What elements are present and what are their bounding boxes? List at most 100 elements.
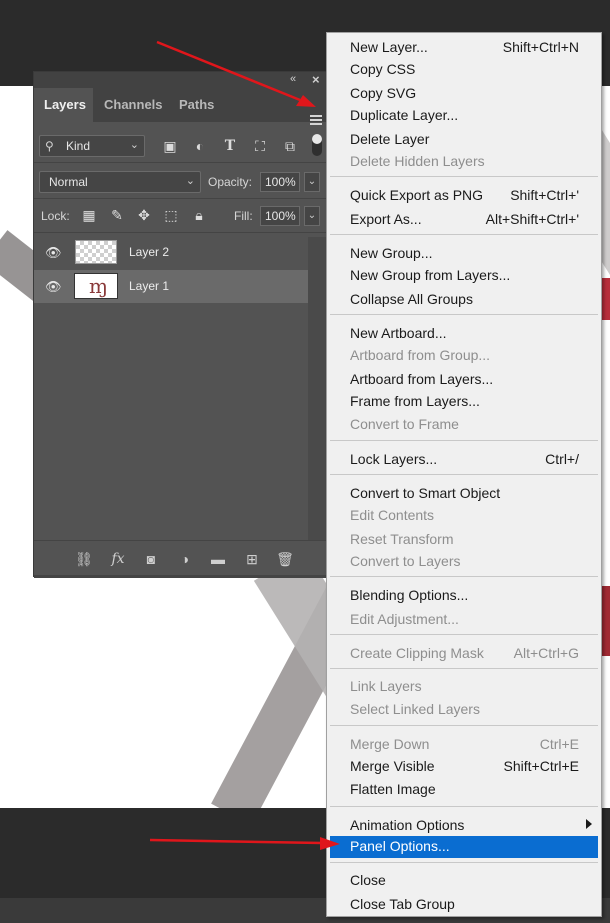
layer-row-layer-1[interactable]: 👁︎ Layer 1 xyxy=(34,270,308,303)
search-icon: ⚲ xyxy=(45,139,54,153)
submenu-arrow-icon xyxy=(586,819,592,829)
blend-mode-select[interactable]: Normal ⌄ xyxy=(39,171,201,193)
menu-item-panel-options[interactable]: Panel Options... xyxy=(330,836,598,858)
add-mask-icon[interactable]: ◙ xyxy=(141,550,161,568)
new-layer-icon[interactable]: ⊞ xyxy=(242,550,262,568)
menu-item-link-layers: Link Layers xyxy=(350,678,422,694)
panel-title-bar[interactable]: « × xyxy=(34,72,326,88)
menu-item-copy-css[interactable]: Copy CSS xyxy=(327,59,601,81)
visibility-eye-icon[interactable]: 👁︎ xyxy=(45,279,62,294)
menu-item-frame-from-layers[interactable]: Frame from Layers... xyxy=(327,391,601,413)
menu-item-edit-adjustment: Edit Adjustment... xyxy=(350,611,459,627)
menu-item-artboard-from-layers[interactable]: Artboard from Layers... xyxy=(327,369,601,391)
panel-resize-grip[interactable] xyxy=(34,575,326,578)
link-layers-icon[interactable]: ⛓︎ xyxy=(74,550,94,568)
blend-mode-value: Normal xyxy=(49,175,88,189)
tab-paths[interactable]: Paths xyxy=(169,88,224,122)
smart-object-filter-icon[interactable]: ⧉ xyxy=(280,136,300,156)
menu-item-artboard-from-group: Artboard from Group... xyxy=(350,347,491,363)
menu-separator xyxy=(330,862,598,863)
layer-style-fx-icon[interactable]: fx xyxy=(108,550,128,568)
menu-item-edit-contents: Edit Contents xyxy=(350,507,435,523)
menu-item-merge-visible[interactable]: Merge Visible Shift+Ctrl+E xyxy=(327,756,601,778)
image-filter-icon[interactable]: ▣ xyxy=(160,136,180,156)
menu-item-convert-to-layers: Convert to Layers xyxy=(350,553,461,569)
fill-dropdown-button[interactable]: ⌄ xyxy=(304,206,320,226)
panel-menu-icon[interactable] xyxy=(310,115,322,125)
menu-item-new-artboard[interactable]: New Artboard... xyxy=(327,323,601,345)
opacity-dropdown-button[interactable]: ⌄ xyxy=(304,172,320,192)
lock-label: Lock: xyxy=(41,209,70,223)
menu-item-blending-options[interactable]: Blending Options... xyxy=(327,585,601,607)
shape-filter-icon[interactable]: ⛶ xyxy=(250,136,270,156)
menu-item-delete-layer[interactable]: Delete Layer xyxy=(327,129,601,151)
layer-name: Layer 2 xyxy=(129,245,170,259)
filter-kind-label: Kind xyxy=(66,139,91,153)
chevron-down-icon: ⌄ xyxy=(185,175,195,187)
close-panel-icon[interactable]: × xyxy=(312,72,320,87)
menu-separator xyxy=(330,474,598,475)
divider xyxy=(34,162,328,163)
menu-item-export-as[interactable]: Export As... Alt+Shift+Ctrl+' xyxy=(327,209,601,231)
tab-channels[interactable]: Channels xyxy=(94,88,173,122)
menu-separator xyxy=(330,440,598,441)
fill-label: Fill: xyxy=(234,209,253,223)
chevron-down-icon: ⌄ xyxy=(129,139,139,151)
opacity-input[interactable]: 100% xyxy=(260,172,300,192)
menu-item-lock-layers[interactable]: Lock Layers... Ctrl+/ xyxy=(327,449,601,471)
menu-item-collapse-all-groups[interactable]: Collapse All Groups xyxy=(327,289,601,311)
filter-toggle[interactable] xyxy=(312,134,322,156)
visibility-eye-icon[interactable]: 👁︎ xyxy=(45,245,62,260)
adjustment-filter-icon[interactable]: ◐ xyxy=(190,136,210,156)
menu-separator xyxy=(330,725,598,726)
menu-item-new-group[interactable]: New Group... xyxy=(327,243,601,265)
menu-item-create-clipping-mask: Create Clipping Mask Alt+Ctrl+G xyxy=(350,645,579,661)
prevent-auto-nesting-icon[interactable]: ⬚ xyxy=(162,206,180,224)
menu-separator xyxy=(330,176,598,177)
opacity-label: Opacity: xyxy=(208,175,253,189)
menu-item-close[interactable]: Close xyxy=(327,870,601,892)
menu-item-copy-svg[interactable]: Copy SVG xyxy=(327,83,601,105)
panel-bottom-toolbar: ⛓︎ fx ◙ ◑ ▬ ⊞ 🗑︎ xyxy=(34,540,326,577)
menu-separator xyxy=(330,234,598,235)
panel-tabs: Layers Channels Paths xyxy=(34,88,326,125)
layers-panel-flyout-menu: New Layer... Shift+Ctrl+N Copy CSS Copy S… xyxy=(326,32,602,917)
fill-input[interactable]: 100% xyxy=(260,206,300,226)
layer-row-layer-2[interactable]: 👁︎ Layer 2 xyxy=(34,236,308,269)
menu-item-close-tab-group[interactable]: Close Tab Group xyxy=(327,894,601,916)
filter-kind-select[interactable]: ⚲ Kind ⌄ xyxy=(39,135,145,157)
tab-layers[interactable]: Layers xyxy=(34,88,93,122)
new-adjustment-layer-icon[interactable]: ◑ xyxy=(175,550,195,568)
lock-all-icon[interactable]: 🔒︎ xyxy=(190,206,208,224)
menu-item-reset-transform: Reset Transform xyxy=(350,531,454,547)
menu-item-flatten-image[interactable]: Flatten Image xyxy=(327,779,601,801)
layer-thumbnail xyxy=(74,273,118,299)
menu-item-new-layer[interactable]: New Layer... Shift+Ctrl+N xyxy=(327,37,601,59)
menu-separator xyxy=(330,806,598,807)
layer-thumbnail xyxy=(75,240,117,264)
menu-item-convert-to-frame: Convert to Frame xyxy=(350,416,459,432)
new-group-folder-icon[interactable]: ▬ xyxy=(208,550,228,568)
menu-item-merge-down: Merge Down Ctrl+E xyxy=(350,736,579,752)
menu-item-convert-to-smart-object[interactable]: Convert to Smart Object xyxy=(327,483,601,505)
menu-separator xyxy=(330,314,598,315)
layer-name: Layer 1 xyxy=(129,279,170,293)
lock-image-pixels-icon[interactable]: ✎ xyxy=(108,206,126,224)
menu-item-new-group-from-layers[interactable]: New Group from Layers... xyxy=(327,265,601,287)
collapse-panel-icon[interactable]: « xyxy=(290,73,296,85)
type-filter-icon[interactable]: T xyxy=(220,136,240,156)
divider xyxy=(34,198,328,199)
menu-item-quick-export-png[interactable]: Quick Export as PNG Shift+Ctrl+' xyxy=(327,185,601,207)
layers-panel: « × Layers Channels Paths ⚲ Kind ⌄ ▣ ◐ T… xyxy=(33,71,328,578)
divider xyxy=(34,232,328,233)
menu-separator xyxy=(330,576,598,577)
menu-item-delete-hidden-layers: Delete Hidden Layers xyxy=(350,153,485,169)
lock-position-icon[interactable]: ✥ xyxy=(135,206,153,224)
menu-separator xyxy=(330,634,598,635)
menu-item-animation-options[interactable]: Animation Options xyxy=(327,815,601,837)
menu-item-duplicate-layer[interactable]: Duplicate Layer... xyxy=(327,105,601,127)
lock-transparent-pixels-icon[interactable]: ▦ xyxy=(80,206,98,224)
menu-item-select-linked-layers: Select Linked Layers xyxy=(350,701,480,717)
layers-scrollbar[interactable] xyxy=(308,237,328,540)
delete-layer-trash-icon[interactable]: 🗑︎ xyxy=(275,550,295,568)
